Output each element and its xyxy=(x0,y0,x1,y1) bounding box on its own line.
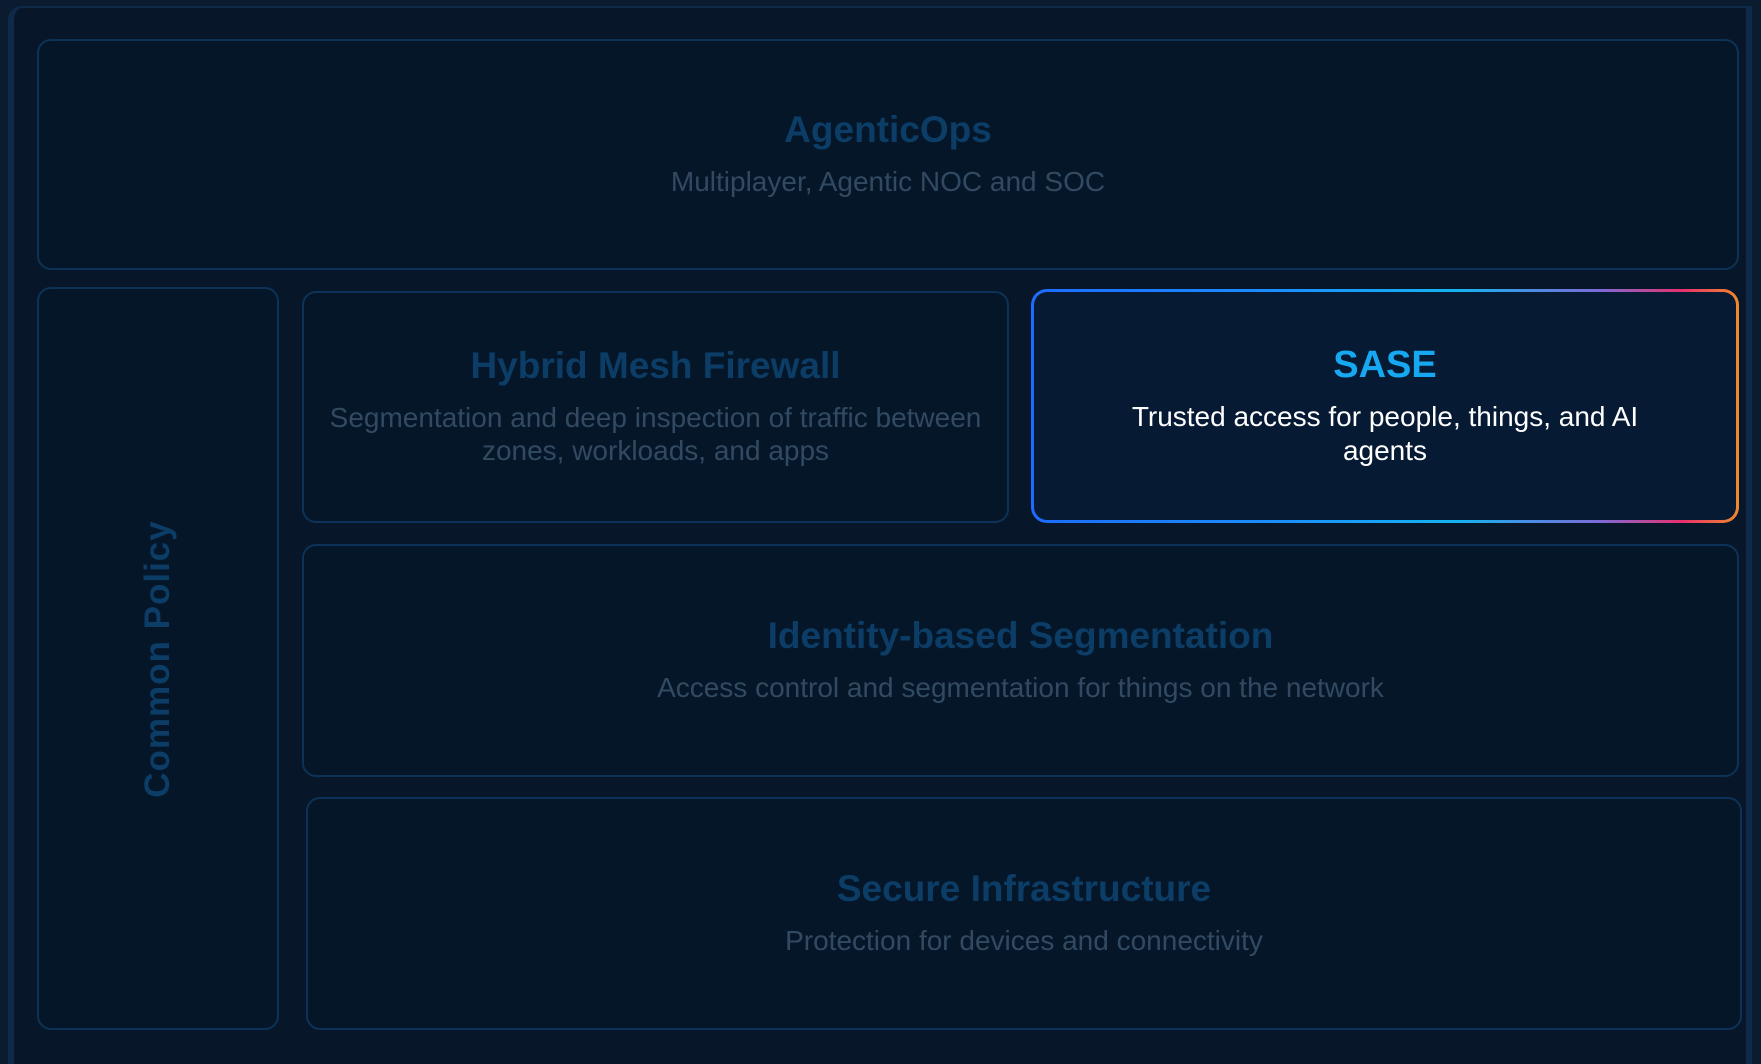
identity-segmentation-title: Identity-based Segmentation xyxy=(767,615,1274,657)
hybrid-mesh-firewall-title: Hybrid Mesh Firewall xyxy=(470,345,841,387)
sase-description: Trusted access for people, things, and A… xyxy=(1131,401,1639,466)
common-policy-label: Common Policy xyxy=(138,519,177,798)
sase-title: SASE xyxy=(1333,343,1437,386)
secure-infrastructure-card: Secure Infrastructure Protection for dev… xyxy=(306,797,1742,1030)
secure-infrastructure-description: Protection for devices and connectivity xyxy=(785,925,1263,957)
secure-infrastructure-title: Secure Infrastructure xyxy=(836,868,1212,910)
hybrid-mesh-firewall-card: Hybrid Mesh Firewall Segmentation and de… xyxy=(302,291,1009,523)
agenticops-description: Multiplayer, Agentic NOC and SOC xyxy=(670,166,1106,198)
identity-segmentation-description: Access control and segmentation for thin… xyxy=(657,672,1384,704)
identity-segmentation-card: Identity-based Segmentation Access contr… xyxy=(302,544,1739,777)
agenticops-title: AgenticOps xyxy=(784,109,992,151)
sase-card-inner: SASE Trusted access for people, things, … xyxy=(1034,292,1736,520)
common-policy-card: Common Policy xyxy=(37,287,279,1030)
hybrid-mesh-firewall-description: Segmentation and deep inspection of traf… xyxy=(329,401,982,467)
agenticops-card: AgenticOps Multiplayer, Agentic NOC and … xyxy=(37,39,1739,270)
sase-card: SASE Trusted access for people, things, … xyxy=(1031,289,1739,523)
